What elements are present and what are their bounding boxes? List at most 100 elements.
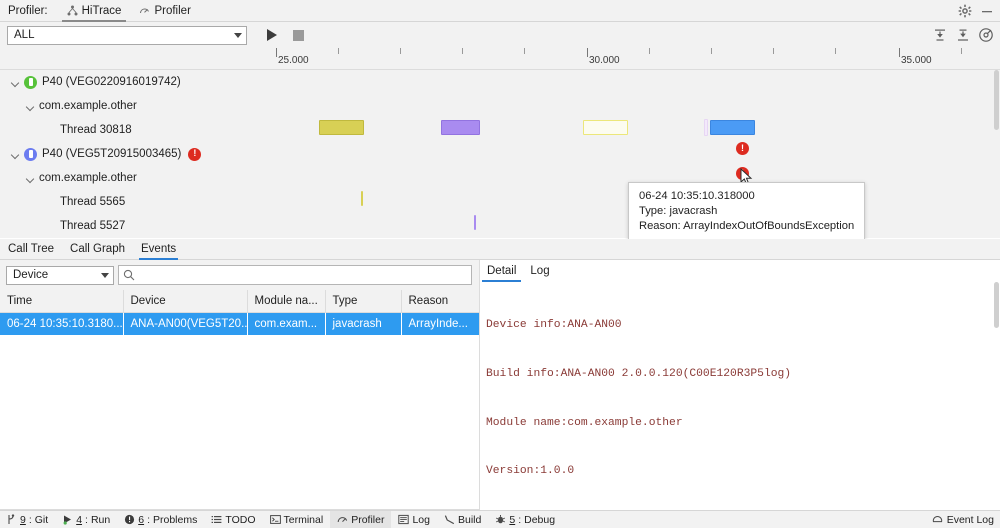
- run-icon: [62, 514, 73, 525]
- statusbar-todo-label: TODO: [225, 513, 256, 526]
- statusbar-run-colon: :: [85, 513, 88, 526]
- collapse-all-icon[interactable]: [932, 27, 948, 43]
- events-filter-row: Device: [0, 260, 479, 290]
- build-icon: [444, 514, 455, 525]
- statusbar-git-label: Git: [34, 513, 49, 526]
- ruler-tick: [899, 48, 900, 57]
- statusbar-run-label: Run: [90, 513, 111, 526]
- timeline-ruler[interactable]: 25.000 30.000 35.000: [0, 48, 1000, 70]
- error-badge[interactable]: !: [188, 147, 202, 161]
- ruler-tick: [711, 48, 712, 54]
- column-header-time[interactable]: Time: [0, 290, 124, 313]
- column-header-type[interactable]: Type: [325, 290, 402, 313]
- tab-log-label: Log: [530, 265, 550, 277]
- detail-vertical-scrollbar[interactable]: [993, 282, 1000, 510]
- statusbar-item-git[interactable]: 9: Git: [0, 511, 55, 528]
- minimize-button[interactable]: [980, 0, 994, 22]
- profiler-toolbar: ALL: [0, 22, 1000, 48]
- events-table: Time Device Module na... Type Reason 06-…: [0, 290, 480, 335]
- hitrace-icon: [67, 5, 78, 16]
- gear-icon: [958, 4, 972, 18]
- column-header-device[interactable]: Device: [123, 290, 248, 313]
- crash-marker-upper[interactable]: !: [736, 142, 749, 155]
- ruler-tick: [462, 48, 463, 54]
- tab-detail[interactable]: Detail: [480, 260, 523, 282]
- todo-icon: [211, 514, 222, 525]
- statusbar-item-problems[interactable]: 6: Problems: [117, 511, 204, 528]
- tab-call-graph-label: Call Graph: [70, 243, 125, 255]
- tab-call-graph[interactable]: Call Graph: [62, 239, 133, 260]
- statusbar-git-colon: :: [28, 513, 32, 526]
- expand-all-icon[interactable]: [955, 27, 971, 43]
- ruler-tick: [587, 48, 588, 57]
- debug-icon: [495, 514, 506, 525]
- statusbar-debug-label: Debug: [524, 513, 556, 526]
- track-row-thread-30818[interactable]: Thread 30818: [0, 118, 993, 142]
- chevron-down-icon[interactable]: [10, 77, 21, 88]
- scrollbar-thumb[interactable]: [994, 282, 999, 328]
- ruler-label: 35.000: [901, 55, 932, 66]
- trace-block-yellow[interactable]: [319, 120, 364, 135]
- tab-log[interactable]: Log: [523, 260, 556, 282]
- scrollbar-thumb[interactable]: [994, 70, 999, 130]
- tab-profiler[interactable]: Profiler: [130, 0, 199, 22]
- track-label: com.example.other: [39, 172, 137, 184]
- ruler-tick: [961, 48, 962, 54]
- statusbar-item-terminal[interactable]: Terminal: [263, 511, 331, 528]
- cell-reason: ArrayInde...: [401, 312, 480, 335]
- tab-hitrace[interactable]: HiTrace: [58, 0, 131, 22]
- trace-block-pale-yellow[interactable]: [583, 120, 628, 135]
- detail-panel: Detail Log Device info:ANA-AN00 Build in…: [479, 260, 1000, 510]
- column-header-module-name[interactable]: Module na...: [247, 290, 326, 313]
- statusbar-event-log[interactable]: Event Log: [932, 514, 994, 526]
- chevron-down-icon[interactable]: [10, 149, 21, 160]
- profiler-label: Profiler:: [8, 4, 48, 17]
- git-branch-icon: [7, 514, 17, 525]
- trace-tick-purple[interactable]: [474, 215, 476, 230]
- track-label: Thread 30818: [60, 124, 132, 136]
- trace-tick-yellow[interactable]: [361, 191, 363, 206]
- track-row-process-1[interactable]: com.example.other: [0, 94, 993, 118]
- statusbar-item-profiler[interactable]: Profiler: [330, 510, 392, 528]
- process-filter-dropdown[interactable]: ALL: [7, 25, 247, 45]
- table-row[interactable]: 06-24 10:35:10.3180... ANA-AN00(VEG5T20.…: [0, 312, 480, 335]
- detail-line-build-info: Build info:ANA-AN00 2.0.0.120(C00E120R3P…: [486, 368, 792, 380]
- statusbar-item-build[interactable]: Build: [437, 511, 488, 528]
- minimize-icon: [980, 4, 994, 18]
- statusbar-item-log[interactable]: Log: [391, 511, 437, 528]
- record-button[interactable]: [261, 24, 283, 46]
- tab-detail-label: Detail: [487, 265, 517, 277]
- status-bar: 9: Git 4: Run 6: Problems TODO Terminal …: [0, 510, 1000, 528]
- trace-block-purple[interactable]: [441, 120, 480, 135]
- events-filter-dropdown[interactable]: Device: [6, 265, 114, 285]
- track-row-device-2[interactable]: P40 (VEG5T20915003465) !: [0, 142, 993, 166]
- chevron-down-icon[interactable]: [25, 101, 36, 112]
- tab-events[interactable]: Events: [133, 239, 184, 260]
- statusbar-item-todo[interactable]: TODO: [204, 511, 262, 528]
- column-header-reason[interactable]: Reason: [401, 290, 480, 313]
- statusbar-item-run[interactable]: 4: Run: [55, 511, 117, 528]
- chevron-down-icon[interactable]: [25, 173, 36, 184]
- track-label: com.example.other: [39, 100, 137, 112]
- reset-zoom-icon[interactable]: [978, 27, 994, 43]
- track-row-device-1[interactable]: P40 (VEG0220916019742): [0, 70, 993, 94]
- problems-icon: [124, 514, 135, 525]
- statusbar-event-log-label: Event Log: [946, 513, 994, 526]
- cell-module-name: com.exam...: [247, 312, 326, 335]
- tab-call-tree[interactable]: Call Tree: [0, 239, 62, 260]
- toolbar-right-actions: [932, 22, 994, 48]
- track-vertical-scrollbar[interactable]: [993, 70, 1000, 238]
- statusbar-log-label: Log: [412, 513, 430, 526]
- settings-button[interactable]: [958, 0, 972, 22]
- chevron-down-icon: [234, 32, 242, 38]
- statusbar-item-debug[interactable]: 5: Debug: [488, 511, 562, 528]
- cell-device: ANA-AN00(VEG5T20...: [123, 312, 248, 335]
- detail-text-body[interactable]: Device info:ANA-AN00 Build info:ANA-AN00…: [480, 282, 1000, 510]
- tab-hitrace-label: HiTrace: [81, 4, 122, 17]
- events-search-input[interactable]: [139, 266, 471, 284]
- trace-block-blue[interactable]: [710, 120, 755, 135]
- events-panel: Device Time Device Module na... Type Rea…: [0, 260, 480, 510]
- events-search-box[interactable]: [118, 265, 472, 285]
- ruler-label: 30.000: [589, 55, 620, 66]
- stop-button[interactable]: [287, 24, 309, 46]
